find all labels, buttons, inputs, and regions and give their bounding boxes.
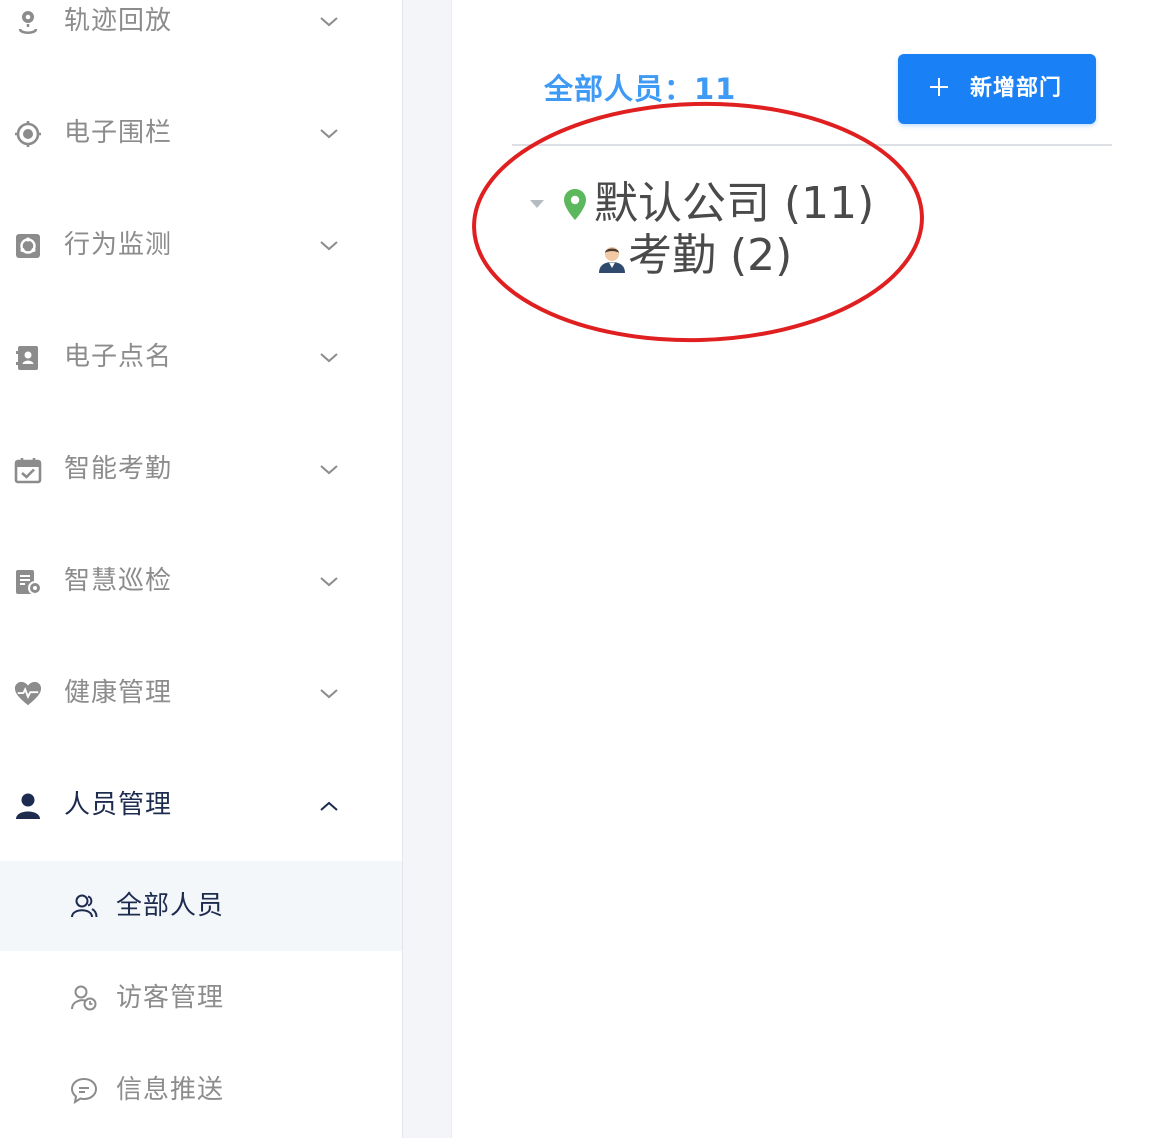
chat-bubble-icon <box>70 1076 98 1105</box>
menu-item-behavior-monitoring[interactable]: 行为监测 <box>0 216 402 276</box>
main-panel: 全部人员：11 新增部门 默认公司 (11) 考勤 (2) <box>452 0 1152 1138</box>
menu-item-roll-call[interactable]: 电子点名 <box>0 328 402 388</box>
menu-item-geofence[interactable]: 电子围栏 <box>0 104 402 164</box>
chevron-up-icon <box>318 796 340 816</box>
menu-item-track-playback[interactable]: 轨迹回放 <box>0 0 402 52</box>
menu-label: 健康管理 <box>64 678 173 708</box>
submenu-item-all-personnel[interactable]: 全部人员 <box>0 861 402 951</box>
content-gutter <box>403 0 452 1138</box>
total-personnel-count: 全部人员：11 <box>544 72 737 106</box>
target-icon <box>14 120 42 148</box>
submenu-label: 全部人员 <box>116 891 225 921</box>
submenu-label: 访客管理 <box>116 983 225 1013</box>
menu-label: 电子围栏 <box>64 118 173 148</box>
chevron-down-icon <box>318 124 340 144</box>
plus-icon <box>928 76 950 98</box>
chevron-down-icon <box>318 12 340 32</box>
tree-node-attendance[interactable]: 考勤 (2) <box>628 226 792 286</box>
user-icon <box>14 792 42 820</box>
divider <box>512 144 1112 146</box>
menu-item-personnel-management[interactable]: 人员管理 <box>0 776 402 836</box>
menu-label: 智慧巡检 <box>64 566 173 596</box>
chevron-down-icon <box>318 236 340 256</box>
document-pin-icon <box>14 568 42 596</box>
menu-label: 智能考勤 <box>64 454 173 484</box>
chevron-down-icon <box>318 684 340 704</box>
monitor-icon <box>14 232 42 260</box>
person-avatar-icon <box>596 244 628 274</box>
visitor-icon <box>70 984 98 1012</box>
menu-label: 行为监测 <box>64 230 173 260</box>
menu-item-smart-inspection[interactable]: 智慧巡检 <box>0 552 402 612</box>
menu-item-health-management[interactable]: 健康管理 <box>0 664 402 724</box>
calendar-check-icon <box>14 456 42 484</box>
heartbeat-icon <box>14 680 42 708</box>
chevron-down-icon <box>318 572 340 592</box>
add-department-button[interactable]: 新增部门 <box>898 54 1096 124</box>
submenu-item-message-push[interactable]: 信息推送 <box>0 1045 402 1135</box>
submenu-label: 信息推送 <box>116 1075 225 1105</box>
submenu-item-visitor-management[interactable]: 访客管理 <box>0 953 402 1043</box>
tree-node-default-company[interactable]: 默认公司 (11) <box>594 174 874 234</box>
chevron-down-icon <box>318 348 340 368</box>
location-pin-icon <box>562 188 588 222</box>
menu-label: 电子点名 <box>64 342 173 372</box>
caret-down-icon[interactable] <box>528 196 546 210</box>
users-icon <box>70 892 98 920</box>
menu-label: 人员管理 <box>64 790 173 820</box>
sidebar: 轨迹回放 电子围栏 行为监测 电子点名 智能考勤 智慧巡检 健康管理 人员管理 … <box>0 0 403 1138</box>
add-department-label: 新增部门 <box>970 76 1063 101</box>
menu-label: 轨迹回放 <box>64 6 173 36</box>
contact-card-icon <box>14 344 42 372</box>
menu-item-smart-attendance[interactable]: 智能考勤 <box>0 440 402 500</box>
chevron-down-icon <box>318 460 340 480</box>
route-pin-icon <box>14 8 42 36</box>
